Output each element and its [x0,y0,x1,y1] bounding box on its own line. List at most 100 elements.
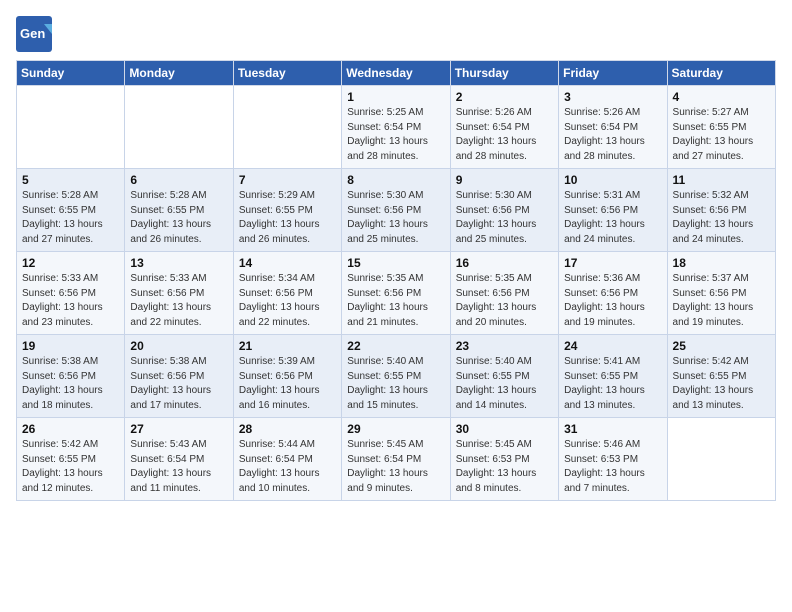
day-info: Sunrise: 5:43 AM Sunset: 6:54 PM Dayligh… [130,438,227,496]
calendar-cell: 7 Sunrise: 5:29 AM Sunset: 6:55 PM Daylig… [233,169,341,252]
day-info: Sunrise: 5:46 AM Sunset: 6:53 PM Dayligh… [564,438,661,496]
calendar-cell: 28 Sunrise: 5:44 AM Sunset: 6:54 PM Dayli… [233,418,341,501]
day-info: Sunrise: 5:30 AM Sunset: 6:56 PM Dayligh… [456,189,553,247]
day-info: Sunrise: 5:35 AM Sunset: 6:56 PM Dayligh… [456,272,553,330]
day-info: Sunrise: 5:28 AM Sunset: 6:55 PM Dayligh… [22,189,119,247]
day-info: Sunrise: 5:32 AM Sunset: 6:56 PM Dayligh… [673,189,770,247]
calendar-cell: 21 Sunrise: 5:39 AM Sunset: 6:56 PM Dayli… [233,335,341,418]
day-info: Sunrise: 5:31 AM Sunset: 6:56 PM Dayligh… [564,189,661,247]
day-number: 1 [347,90,444,104]
day-info: Sunrise: 5:38 AM Sunset: 6:56 PM Dayligh… [130,355,227,413]
calendar-cell: 31 Sunrise: 5:46 AM Sunset: 6:53 PM Dayli… [559,418,667,501]
day-info: Sunrise: 5:40 AM Sunset: 6:55 PM Dayligh… [347,355,444,413]
day-info: Sunrise: 5:42 AM Sunset: 6:55 PM Dayligh… [673,355,770,413]
calendar-cell: 29Sunrise: 5:45 AM Sunset: 6:54 PM Dayli… [342,418,450,501]
day-number: 25 [673,339,770,353]
calendar-table: SundayMondayTuesdayWednesdayThursdayFrid… [16,60,776,501]
calendar-cell: 5 Sunrise: 5:28 AM Sunset: 6:55 PM Daylig… [17,169,125,252]
day-info: Sunrise: 5:30 AM Sunset: 6:56 PM Dayligh… [347,189,444,247]
day-number: 11 [673,173,770,187]
calendar-cell: 13Sunrise: 5:33 AM Sunset: 6:56 PM Dayli… [125,252,233,335]
day-info: Sunrise: 5:25 AM Sunset: 6:54 PM Dayligh… [347,106,444,164]
calendar-cell: 12Sunrise: 5:33 AM Sunset: 6:56 PM Dayli… [17,252,125,335]
day-number: 17 [564,256,661,270]
day-number: 26 [22,422,119,436]
calendar-cell: 23 Sunrise: 5:40 AM Sunset: 6:55 PM Dayli… [450,335,558,418]
day-info: Sunrise: 5:36 AM Sunset: 6:56 PM Dayligh… [564,272,661,330]
day-number: 27 [130,422,227,436]
page-header: Gen [16,16,776,52]
day-number: 21 [239,339,336,353]
day-number: 18 [673,256,770,270]
day-number: 2 [456,90,553,104]
calendar-week-1: 1 Sunrise: 5:25 AM Sunset: 6:54 PM Daylig… [17,86,776,169]
day-number: 15 [347,256,444,270]
day-info: Sunrise: 5:28 AM Sunset: 6:55 PM Dayligh… [130,189,227,247]
day-info: Sunrise: 5:40 AM Sunset: 6:55 PM Dayligh… [456,355,553,413]
svg-text:Gen: Gen [20,26,45,41]
day-number: 3 [564,90,661,104]
day-number: 19 [22,339,119,353]
day-number: 9 [456,173,553,187]
weekday-header-row: SundayMondayTuesdayWednesdayThursdayFrid… [17,61,776,86]
day-info: Sunrise: 5:34 AM Sunset: 6:56 PM Dayligh… [239,272,336,330]
calendar-cell: 14 Sunrise: 5:34 AM Sunset: 6:56 PM Dayli… [233,252,341,335]
calendar-week-4: 19 Sunrise: 5:38 AM Sunset: 6:56 PM Dayli… [17,335,776,418]
day-number: 23 [456,339,553,353]
day-info: Sunrise: 5:45 AM Sunset: 6:53 PM Dayligh… [456,438,553,496]
day-number: 8 [347,173,444,187]
day-info: Sunrise: 5:37 AM Sunset: 6:56 PM Dayligh… [673,272,770,330]
day-number: 13 [130,256,227,270]
calendar-cell: 3 Sunrise: 5:26 AM Sunset: 6:54 PM Daylig… [559,86,667,169]
calendar-cell: 8 Sunrise: 5:30 AM Sunset: 6:56 PM Daylig… [342,169,450,252]
day-number: 7 [239,173,336,187]
day-number: 10 [564,173,661,187]
calendar-cell: 19 Sunrise: 5:38 AM Sunset: 6:56 PM Dayli… [17,335,125,418]
day-info: Sunrise: 5:27 AM Sunset: 6:55 PM Dayligh… [673,106,770,164]
calendar-cell: 17 Sunrise: 5:36 AM Sunset: 6:56 PM Dayli… [559,252,667,335]
day-info: Sunrise: 5:26 AM Sunset: 6:54 PM Dayligh… [564,106,661,164]
weekday-header-sunday: Sunday [17,61,125,86]
calendar-cell [125,86,233,169]
calendar-cell: 6 Sunrise: 5:28 AM Sunset: 6:55 PM Daylig… [125,169,233,252]
weekday-header-wednesday: Wednesday [342,61,450,86]
day-info: Sunrise: 5:35 AM Sunset: 6:56 PM Dayligh… [347,272,444,330]
logo: Gen [16,16,56,52]
weekday-header-saturday: Saturday [667,61,775,86]
calendar-cell: 1 Sunrise: 5:25 AM Sunset: 6:54 PM Daylig… [342,86,450,169]
day-number: 31 [564,422,661,436]
day-number: 29 [347,422,444,436]
day-info: Sunrise: 5:39 AM Sunset: 6:56 PM Dayligh… [239,355,336,413]
day-info: Sunrise: 5:41 AM Sunset: 6:55 PM Dayligh… [564,355,661,413]
calendar-week-3: 12Sunrise: 5:33 AM Sunset: 6:56 PM Dayli… [17,252,776,335]
day-info: Sunrise: 5:38 AM Sunset: 6:56 PM Dayligh… [22,355,119,413]
calendar-cell: 30 Sunrise: 5:45 AM Sunset: 6:53 PM Dayli… [450,418,558,501]
calendar-cell: 9 Sunrise: 5:30 AM Sunset: 6:56 PM Daylig… [450,169,558,252]
calendar-cell: 11 Sunrise: 5:32 AM Sunset: 6:56 PM Dayli… [667,169,775,252]
weekday-header-friday: Friday [559,61,667,86]
weekday-header-monday: Monday [125,61,233,86]
day-info: Sunrise: 5:29 AM Sunset: 6:55 PM Dayligh… [239,189,336,247]
calendar-cell: 25 Sunrise: 5:42 AM Sunset: 6:55 PM Dayli… [667,335,775,418]
day-number: 14 [239,256,336,270]
calendar-cell [17,86,125,169]
calendar-cell: 24Sunrise: 5:41 AM Sunset: 6:55 PM Dayli… [559,335,667,418]
day-number: 20 [130,339,227,353]
calendar-cell: 20 Sunrise: 5:38 AM Sunset: 6:56 PM Dayli… [125,335,233,418]
day-number: 6 [130,173,227,187]
calendar-cell [233,86,341,169]
day-number: 28 [239,422,336,436]
day-number: 5 [22,173,119,187]
day-number: 30 [456,422,553,436]
day-info: Sunrise: 5:42 AM Sunset: 6:55 PM Dayligh… [22,438,119,496]
day-number: 4 [673,90,770,104]
calendar-week-2: 5 Sunrise: 5:28 AM Sunset: 6:55 PM Daylig… [17,169,776,252]
calendar-week-5: 26 Sunrise: 5:42 AM Sunset: 6:55 PM Dayli… [17,418,776,501]
calendar-cell [667,418,775,501]
calendar-cell: 15 Sunrise: 5:35 AM Sunset: 6:56 PM Dayli… [342,252,450,335]
day-number: 16 [456,256,553,270]
calendar-cell: 10 Sunrise: 5:31 AM Sunset: 6:56 PM Dayli… [559,169,667,252]
day-info: Sunrise: 5:44 AM Sunset: 6:54 PM Dayligh… [239,438,336,496]
day-info: Sunrise: 5:26 AM Sunset: 6:54 PM Dayligh… [456,106,553,164]
day-info: Sunrise: 5:33 AM Sunset: 6:56 PM Dayligh… [22,272,119,330]
